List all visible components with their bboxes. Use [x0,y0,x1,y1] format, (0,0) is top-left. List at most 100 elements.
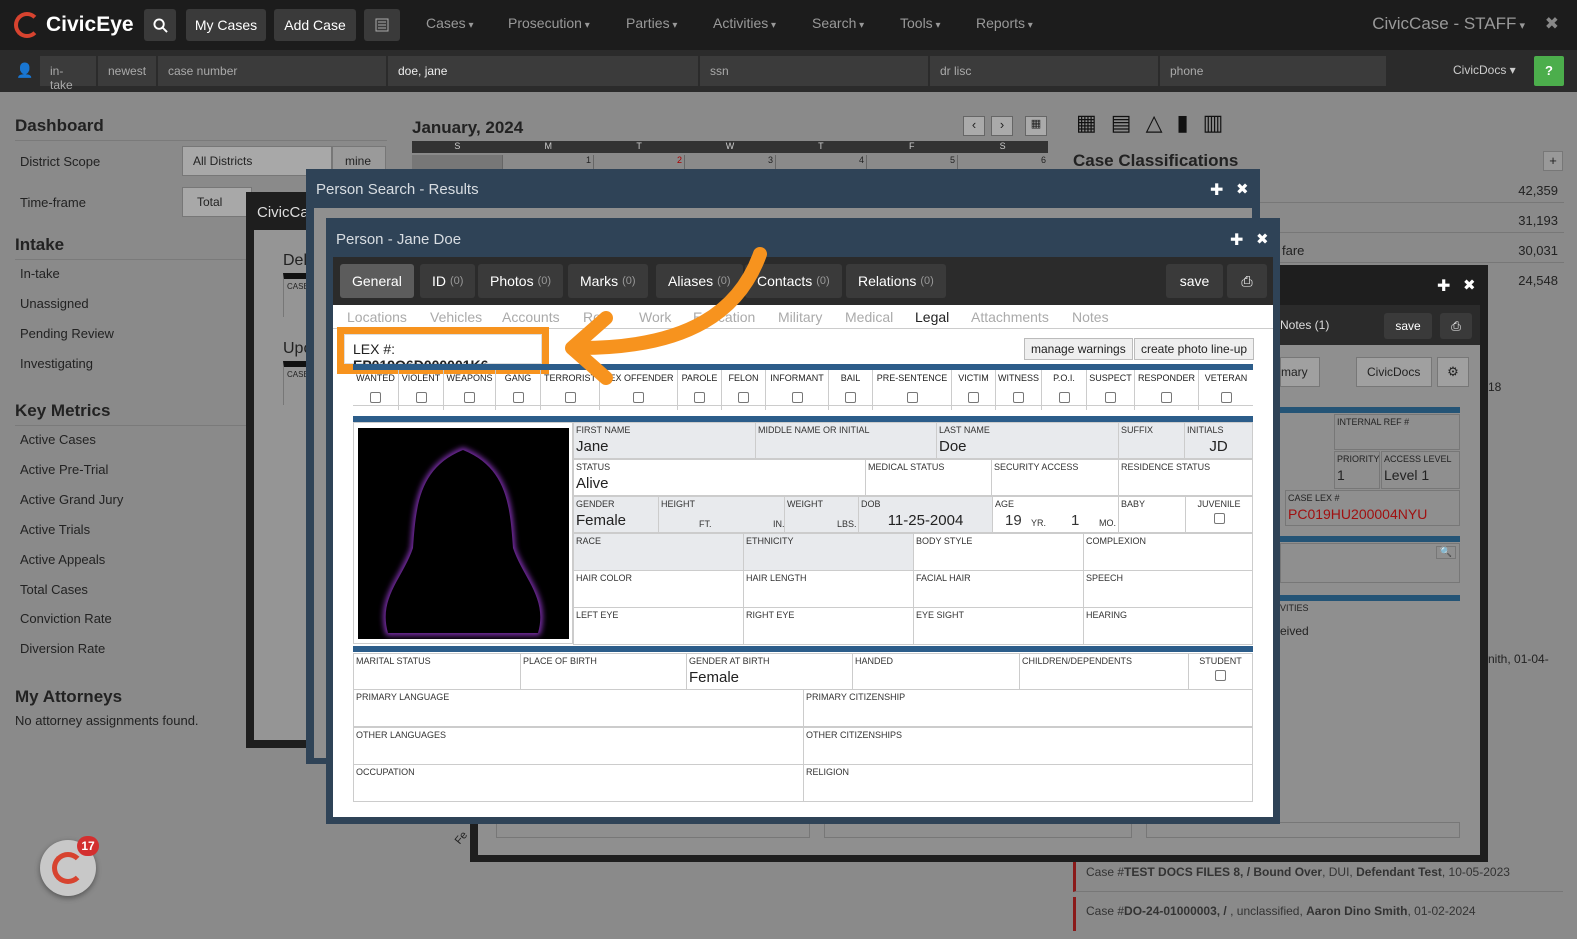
flag-checkbox[interactable] [370,392,381,403]
nav-prosecution[interactable]: Prosecution [508,15,590,31]
intake-item[interactable]: In-take [20,266,60,281]
gender-field[interactable]: GENDER Female [573,496,659,533]
subtab-medical[interactable]: Medical [845,309,893,325]
complexion-field[interactable]: COMPLEXION [1083,533,1253,571]
first-name-field[interactable]: FIRST NAME Jane [573,422,756,459]
case-list-item[interactable]: Case #DO-24-01000003, / , unclassified, … [1073,897,1563,931]
flag-checkbox[interactable] [791,392,803,403]
summary-button[interactable]: mary [1280,357,1320,387]
case-list-item[interactable]: Case #TEST DOCS FILES 8, / Bound Over, D… [1073,858,1563,892]
calendar-date[interactable]: 3 [685,155,776,169]
student-checkbox[interactable] [1215,670,1226,681]
flag-responder[interactable]: RESPONDER [1135,370,1199,410]
newest-filter[interactable]: newest [98,56,156,86]
metric-item[interactable]: Diversion Rate [20,641,105,656]
residence-status-field[interactable]: RESIDENCE STATUS [1118,459,1253,496]
nav-search[interactable]: Search [812,15,864,31]
juvenile-checkbox[interactable] [1213,513,1225,524]
flag-checkbox[interactable] [1013,392,1024,403]
calendar-prev-button[interactable]: ‹ [963,116,985,136]
flag-checkbox[interactable] [1105,392,1116,403]
search-icon[interactable]: 🔍 [1435,546,1456,559]
internal-ref-field[interactable]: INTERNAL REF # [1334,414,1460,450]
medical-status-field[interactable]: MEDICAL STATUS [865,459,992,496]
flag-violent[interactable]: VIOLENT [399,370,444,410]
religion-field[interactable]: RELIGION [803,764,1253,802]
flag-bail[interactable]: BAIL [829,370,873,410]
notes-tab[interactable]: Notes (1) [1280,318,1329,332]
middle-name-field[interactable]: MIDDLE NAME OR INITIAL [755,422,937,459]
metric-item[interactable]: Active Cases [20,432,96,447]
flag-checkbox[interactable] [415,392,427,403]
metric-item[interactable]: Conviction Rate [20,611,112,626]
suffix-field[interactable]: SUFFIX [1118,422,1185,459]
metric-item[interactable]: Active Appeals [20,552,105,567]
place-of-birth-field[interactable]: PLACE OF BIRTH [520,653,687,690]
flag-weapons[interactable]: WEAPONS [444,370,496,410]
case-save-button[interactable]: save [1384,313,1432,339]
flag-gang[interactable]: GANG [496,370,541,410]
case-field[interactable] [496,822,810,838]
create-photo-lineup-button[interactable]: create photo line-up [1134,338,1255,360]
calendar-grid-icon[interactable]: ▤ [1111,110,1132,136]
map-icon[interactable]: △ [1146,110,1163,136]
tab-id[interactable]: ID (0) [420,264,476,298]
flag-checkbox[interactable] [845,392,856,403]
calendar-date[interactable]: 5 [867,155,958,169]
settings-button[interactable]: ⚙ [1437,357,1469,387]
app-name-menu[interactable]: CivicCase - STAFF [1372,14,1525,34]
flag-victim[interactable]: VICTIM [952,370,996,410]
calendar-date[interactable]: 4 [776,155,867,169]
metric-item[interactable]: Active Trials [20,522,90,537]
calculator-icon[interactable]: ▦ [1076,110,1097,136]
close-icon[interactable]: ✖ [1463,276,1476,294]
subtab-notes[interactable]: Notes [1072,309,1109,325]
manage-warnings-button[interactable]: manage warnings [1024,338,1133,360]
other-languages-field[interactable]: OTHER LANGUAGES [353,727,804,765]
timeframe-select[interactable]: Total [182,187,252,217]
case-number-input[interactable]: case number [158,56,386,86]
metric-item[interactable]: Active Grand Jury [20,492,123,507]
case-field[interactable] [1146,822,1460,838]
user-icon[interactable]: 👤 [16,62,33,79]
plus-icon[interactable]: ✚ [1230,230,1243,250]
subtab-locations[interactable]: Locations [347,309,407,325]
status-field[interactable]: STATUS Alive [573,459,866,496]
age-field[interactable]: AGE 19 YR. 1 MO. [992,496,1119,533]
handed-field[interactable]: HANDED [852,653,1020,690]
flag-checkbox[interactable] [1220,392,1232,403]
weight-field[interactable]: WEIGHT LBS. [784,496,859,533]
flag-checkbox[interactable] [512,392,524,403]
dob-field[interactable]: DOB 11-25-2004 [858,496,993,533]
race-field[interactable]: RACE [573,533,744,571]
other-citizenships-field[interactable]: OTHER CITIZENSHIPS [803,727,1253,765]
student-field[interactable]: STUDENT [1188,653,1253,690]
notebook-icon[interactable]: ▥ [1203,110,1224,136]
person-save-button[interactable]: save [1166,264,1223,298]
tab-relations[interactable]: Relations (0) [846,264,946,298]
flag-checkbox[interactable] [968,392,979,403]
nav-cases[interactable]: Cases [426,15,474,31]
priority-field[interactable]: PRIORITY 1 [1334,451,1380,489]
intake-item[interactable]: Unassigned [20,296,89,311]
phone-input[interactable]: phone [1160,56,1386,86]
initials-field[interactable]: INITIALS JD [1184,422,1253,459]
intake-item[interactable]: Investigating [20,356,93,371]
calendar-date[interactable]: 1 [503,155,594,169]
hearing-field[interactable]: HEARING [1083,607,1253,645]
lex-number[interactable]: LEX #: EP019O6D000001K6 [344,334,542,373]
right-eye-field[interactable]: RIGHT EYE [743,607,914,645]
flag-pre-sentence[interactable]: PRE-SENTENCE [873,370,952,410]
add-classification-button[interactable]: + [1543,151,1563,171]
case-field[interactable] [824,822,1132,838]
close-icon[interactable]: ✖ [1545,14,1559,34]
hair-length-field[interactable]: HAIR LENGTH [743,570,914,608]
nav-parties[interactable]: Parties [626,15,677,31]
flag-checkbox[interactable] [464,392,475,403]
search-button[interactable] [144,9,176,41]
access-level-field[interactable]: ACCESS LEVEL Level 1 [1381,451,1460,489]
subtab-vehicles[interactable]: Vehicles [430,309,482,325]
subtab-legal[interactable]: Legal [915,309,949,325]
calendar-date[interactable]: 6 [958,155,1048,169]
eye-sight-field[interactable]: EYE SIGHT [913,607,1084,645]
